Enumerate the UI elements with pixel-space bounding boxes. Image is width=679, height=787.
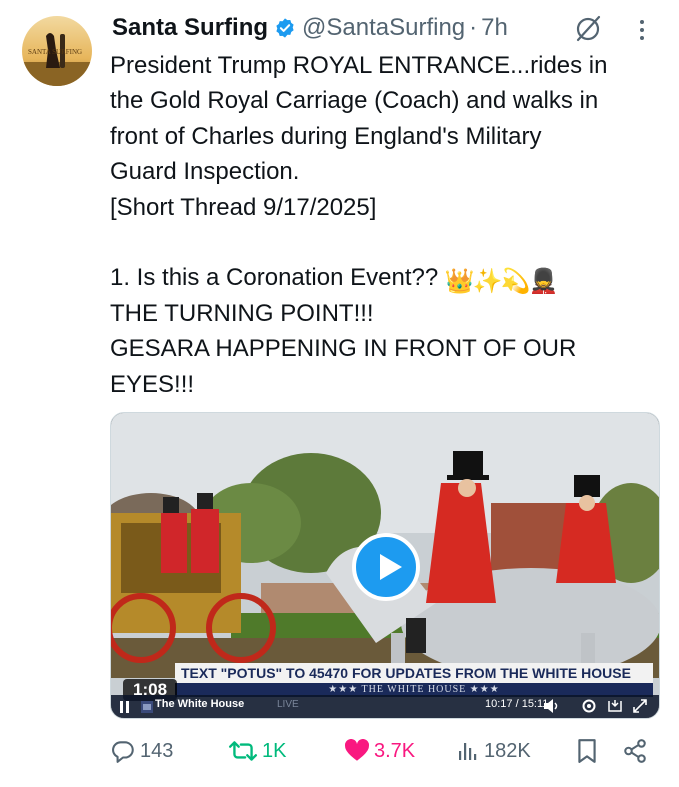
bookmark-icon <box>578 739 596 763</box>
tweet-header: Santa Surfing @SantaSurfing · 7h <box>112 10 508 46</box>
tweet-line: front of Charles during England's Milita… <box>110 122 542 150</box>
tweet-line: [Short Thread 9/17/2025] <box>110 193 377 221</box>
guard-emoji-icon: 💂 <box>528 268 559 296</box>
avatar-text: SANTA SURFING <box>28 48 82 56</box>
crown-emoji-icon: 👑 <box>444 268 475 296</box>
pause-icon[interactable] <box>119 700 131 714</box>
play-button[interactable] <box>352 533 420 601</box>
tweet-line-with-emojis: 1. Is this a Coronation Event?? 👑✨💫💂 <box>110 260 670 295</box>
separator-dot: · <box>469 14 478 41</box>
tweet-line: the Gold Royal Carriage (Coach) and walk… <box>110 87 599 115</box>
tweet-line: EYES!!! <box>110 370 195 398</box>
video-player[interactable]: TEXT "POTUS" TO 45470 FOR UPDATES FROM T… <box>110 412 660 719</box>
live-label: LIVE <box>277 699 299 710</box>
tweet-line: THE TURNING POINT!!! <box>110 299 374 327</box>
dizzy-emoji-icon: 💫 <box>500 268 531 296</box>
action-bar: 143 1K 3.7K 182K <box>0 734 679 768</box>
settings-gear-icon[interactable] <box>581 698 597 714</box>
more-options-icon[interactable] <box>636 16 648 44</box>
reply-icon <box>112 741 134 763</box>
tweet-line: 1. Is this a Coronation Event?? <box>110 264 445 292</box>
like-count: 3.7K <box>374 739 416 762</box>
fullscreen-icon[interactable] <box>633 699 647 713</box>
retweet-icon <box>228 741 258 761</box>
reply-count: 143 <box>140 739 174 762</box>
views-chart-icon <box>459 743 477 760</box>
author-handle[interactable]: @SantaSurfing <box>302 14 465 42</box>
volume-icon[interactable] <box>543 698 561 714</box>
author-name[interactable]: Santa Surfing <box>112 14 268 42</box>
reply-button[interactable]: 143 <box>110 734 173 768</box>
views-button[interactable]: 182K <box>456 734 531 768</box>
share-icon <box>624 739 646 763</box>
video-banner: TEXT "POTUS" TO 45470 FOR UPDATES FROM T… <box>175 663 653 683</box>
channel-label: The White House <box>155 698 245 710</box>
like-button[interactable]: 3.7K <box>344 734 415 768</box>
share-button[interactable] <box>622 734 652 768</box>
heart-icon <box>345 739 369 761</box>
bookmark-button[interactable] <box>576 734 602 768</box>
sparkles-emoji-icon: ✨ <box>472 268 503 296</box>
views-count: 182K <box>484 739 531 762</box>
grok-icon[interactable] <box>572 12 604 44</box>
verified-badge-icon <box>276 18 294 38</box>
white-house-seal-icon <box>141 701 153 713</box>
tweet-line: Guard Inspection. <box>110 158 300 186</box>
retweet-count: 1K <box>262 739 287 762</box>
post-time[interactable]: 7h <box>481 14 508 42</box>
avatar[interactable]: SANTA SURFING <box>22 16 92 86</box>
tweet-text: President Trump ROYAL ENTRANCE...rides i… <box>110 48 670 402</box>
retweet-button[interactable]: 1K <box>228 734 286 768</box>
tweet-line: President Trump ROYAL ENTRANCE...rides i… <box>110 52 608 79</box>
picture-in-picture-icon[interactable] <box>607 699 623 713</box>
tweet-line: GESARA HAPPENING IN FRONT OF OUR <box>110 335 577 363</box>
playback-time: 10:17 / 15:11 <box>485 698 549 710</box>
